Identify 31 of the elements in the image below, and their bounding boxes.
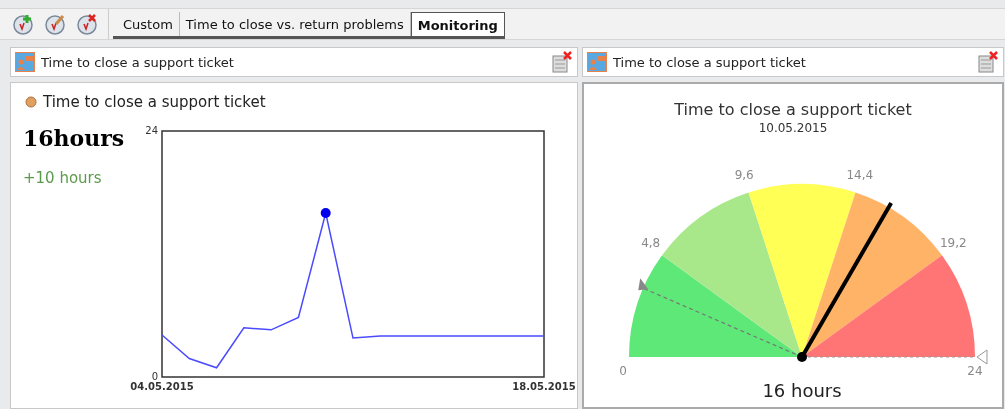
close-icon[interactable] bbox=[551, 50, 573, 74]
needle-pivot bbox=[797, 352, 807, 362]
close-icon[interactable] bbox=[977, 50, 999, 74]
gauge-label: 24 bbox=[967, 364, 983, 378]
kpi-title: Time to close a support ticket bbox=[43, 93, 266, 111]
tab[interactable]: Time to close vs. return problems bbox=[179, 12, 411, 36]
gauge-title: Time to close a support ticket bbox=[673, 100, 913, 119]
axis-label: 04.05.2015 bbox=[130, 381, 194, 392]
add-gauge-icon[interactable] bbox=[12, 12, 36, 36]
tab[interactable]: Monitoring bbox=[410, 12, 505, 36]
gauge-label: 14,4 bbox=[846, 168, 874, 183]
gauge-label: 0 bbox=[619, 364, 627, 378]
kpi-value: 16hours bbox=[23, 125, 126, 151]
gauge-label: 9,6 bbox=[734, 168, 754, 183]
gauge-label: 4,8 bbox=[641, 236, 661, 251]
gauge-reading: 16 hours bbox=[762, 380, 842, 401]
axis-label: 24 bbox=[145, 125, 158, 136]
presentation-icon bbox=[15, 52, 35, 72]
edit-gauge-icon[interactable] bbox=[44, 12, 68, 36]
axis-label: 18.05.2015 bbox=[512, 381, 576, 392]
panel-title: Time to close a support ticket bbox=[613, 54, 807, 70]
presentation-icon bbox=[587, 52, 607, 72]
gauge-date: 10.05.2015 bbox=[757, 121, 829, 135]
delete-gauge-icon[interactable] bbox=[76, 12, 100, 36]
gauge-label: 19,2 bbox=[939, 236, 967, 251]
axis-label: 0 bbox=[151, 371, 158, 382]
panel-title: Time to close a support ticket bbox=[41, 54, 235, 70]
tab[interactable]: Custom bbox=[117, 12, 180, 36]
kpi-change: +10 hours bbox=[23, 169, 103, 187]
status-dot-icon bbox=[25, 96, 37, 108]
data-point bbox=[320, 208, 331, 218]
